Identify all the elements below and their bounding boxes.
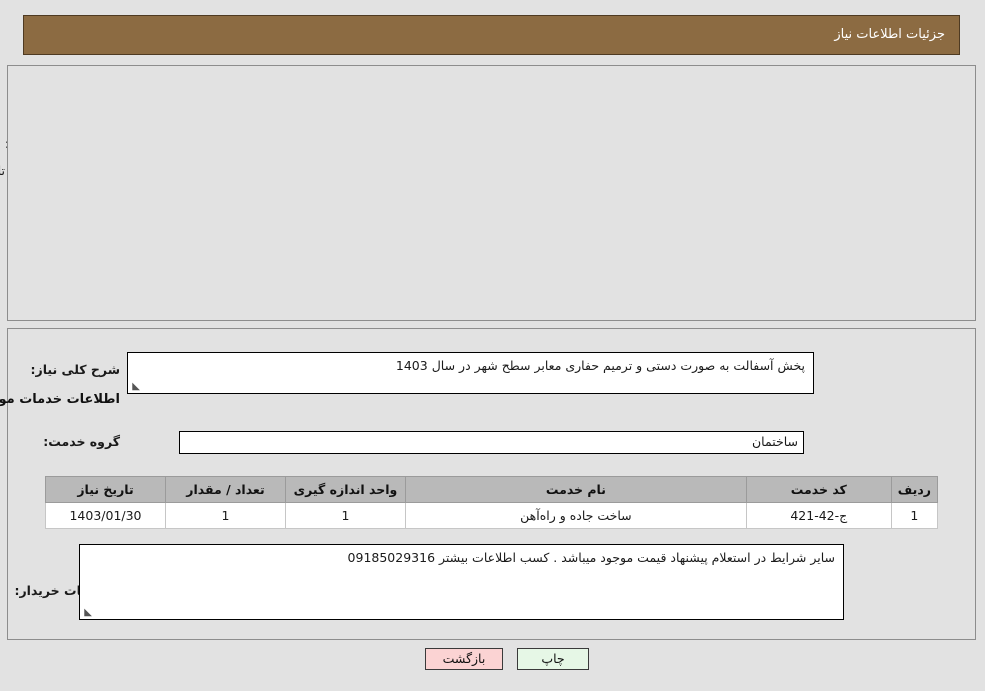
buyer-notes-text: سایر شرایط در استعلام پیشنهاد قیمت موجود… <box>348 550 836 565</box>
label-need-desc: شرح کلی نیاز: <box>31 362 121 377</box>
page-title: جزئیات اطلاعات نیاز <box>835 27 946 42</box>
th-name: نام خدمت <box>406 476 748 503</box>
back-button[interactable]: بازگشت <box>426 648 504 670</box>
table-row[interactable]: 1 ج-42-421 ساخت جاده و راه‌آهن 1 1 1403/… <box>46 502 940 529</box>
cell-date: 1403/01/30 <box>46 502 167 529</box>
need-info-panel <box>8 65 977 321</box>
field-need-desc[interactable]: پخش آسفالت به صورت دستی و ترمیم حفاری مع… <box>128 352 815 394</box>
label-service-group: گروه خدمت: <box>44 434 121 449</box>
field-buyer-notes[interactable]: سایر شرایط در استعلام پیشنهاد قیمت موجود… <box>80 544 845 620</box>
cell-qty: 1 <box>166 502 287 529</box>
services-heading: اطلاعات خدمات مورد نیاز <box>0 392 121 407</box>
th-unit: واحد اندازه گیری <box>286 476 407 503</box>
field-service-group[interactable]: ساختمان <box>180 431 805 454</box>
th-qty: تعداد / مقدار <box>166 476 287 503</box>
table-header-row: ردیف کد خدمت نام خدمت واحد اندازه گیری ت… <box>46 476 940 503</box>
th-row: ردیف <box>891 476 940 503</box>
window-title-bar: جزئیات اطلاعات نیاز <box>24 15 961 55</box>
cell-code: ج-42-421 <box>746 502 893 529</box>
cell-name: ساخت جاده و راه‌آهن <box>406 502 748 529</box>
th-code: کد خدمت <box>746 476 893 503</box>
th-date: تاریخ نیاز <box>46 476 167 503</box>
need-desc-text: پخش آسفالت به صورت دستی و ترمیم حفاری مع… <box>396 358 806 373</box>
cell-unit: 1 <box>286 502 407 529</box>
resize-grip-icon[interactable]: ◣ <box>131 382 141 392</box>
print-button[interactable]: چاپ <box>518 648 590 670</box>
resize-grip-icon-notes[interactable]: ◣ <box>83 608 93 618</box>
cell-row: 1 <box>891 502 940 529</box>
page-root: AriaTender.net جزئیات اطلاعات نیاز شماره… <box>0 0 985 691</box>
services-table: ردیف کد خدمت نام خدمت واحد اندازه گیری ت… <box>46 476 940 529</box>
